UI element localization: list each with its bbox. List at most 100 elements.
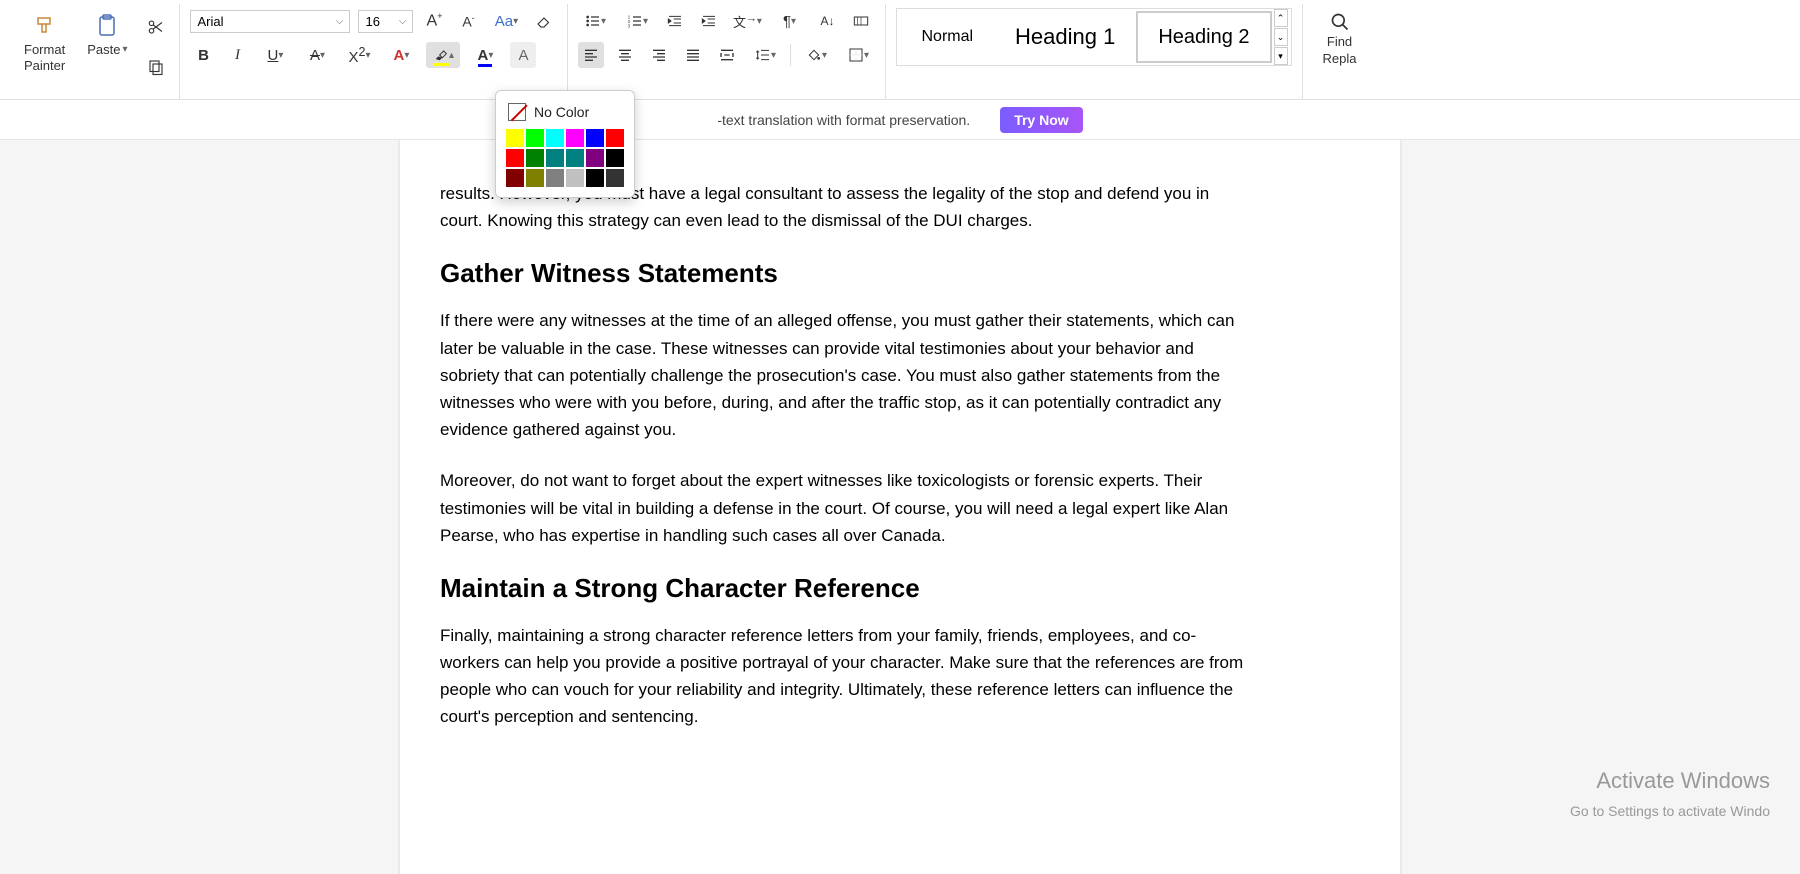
underline-button[interactable]: U▾ [258, 42, 292, 68]
shading-button[interactable]: ▾ [799, 42, 833, 68]
pilcrow-icon: ¶ [783, 13, 791, 30]
superscript-button[interactable]: X2▾ [342, 42, 376, 68]
change-case-button[interactable]: Aa▾ [489, 8, 523, 34]
chevron-down-icon: ⌵ [336, 16, 344, 27]
indent-icon [701, 13, 717, 29]
paragraph[interactable]: If there were any witnesses at the time … [440, 307, 1250, 443]
heading[interactable]: Gather Witness Statements [440, 258, 1360, 289]
color-swatch[interactable] [586, 129, 604, 147]
color-swatch[interactable] [506, 169, 524, 187]
highlight-color-popup: No Color [495, 90, 635, 198]
find-label: Find [1327, 34, 1352, 49]
align-center-button[interactable] [612, 42, 638, 68]
cut-button[interactable] [143, 14, 169, 40]
color-swatch[interactable] [566, 169, 584, 187]
color-swatch[interactable] [606, 169, 624, 187]
grow-font-icon: A+ [427, 11, 443, 30]
distribute-icon [719, 47, 735, 63]
svg-text:3: 3 [628, 24, 631, 29]
sort-icon: A↓ [820, 14, 834, 28]
font-size-select[interactable]: 16 ⌵ [358, 10, 413, 33]
copy-icon [147, 58, 165, 76]
activate-watermark: Activate Windows [1596, 768, 1770, 794]
style-scroll-down[interactable]: ⌄ [1274, 28, 1288, 46]
sort-button[interactable]: A↓ [814, 8, 840, 34]
color-swatch[interactable] [566, 149, 584, 167]
highlight-button[interactable]: ▴ [426, 42, 460, 68]
text-effects-button[interactable]: A▾ [384, 42, 418, 68]
strikethrough-button[interactable]: A▾ [300, 42, 334, 68]
color-swatch[interactable] [606, 129, 624, 147]
color-swatch[interactable] [526, 129, 544, 147]
style-gallery: Normal Heading 1 Heading 2 ⌃ ⌄ ▾ [896, 8, 1291, 66]
paste-button[interactable]: Paste ▾ [81, 8, 133, 57]
tabs-button[interactable] [848, 8, 874, 34]
style-scroll-up[interactable]: ⌃ [1274, 9, 1288, 27]
activate-watermark-sub: Go to Settings to activate Windo [1570, 803, 1770, 819]
grow-font-button[interactable]: A+ [421, 8, 447, 34]
color-swatch[interactable] [506, 129, 524, 147]
try-now-button[interactable]: Try Now [1000, 107, 1082, 133]
color-swatch[interactable] [546, 169, 564, 187]
chevron-down-icon: ▾ [513, 16, 518, 27]
justify-icon [685, 47, 701, 63]
bullet-list-icon [585, 13, 601, 29]
color-swatch[interactable] [506, 149, 524, 167]
char-shading-button[interactable]: A [510, 42, 536, 68]
style-heading2[interactable]: Heading 2 [1136, 11, 1271, 63]
color-swatch[interactable] [526, 149, 544, 167]
distribute-button[interactable] [714, 42, 740, 68]
numbering-button[interactable]: 123 ▾ [620, 8, 654, 34]
align-right-button[interactable] [646, 42, 672, 68]
italic-icon: I [235, 47, 240, 64]
font-family-select[interactable]: Arial ⌵ [190, 10, 350, 33]
chevron-down-icon: ▾ [278, 50, 283, 61]
decrease-indent-button[interactable] [662, 8, 688, 34]
clear-format-button[interactable] [531, 8, 557, 34]
color-swatch[interactable] [606, 149, 624, 167]
color-swatch[interactable] [586, 149, 604, 167]
paragraph[interactable]: Finally, maintaining a strong character … [440, 622, 1250, 731]
align-left-button[interactable] [578, 42, 604, 68]
bullets-button[interactable]: ▾ [578, 8, 612, 34]
font-color-icon: A [478, 47, 489, 64]
format-painter-button[interactable]: Format Painter [18, 8, 71, 77]
show-marks-button[interactable]: ¶▾ [772, 8, 806, 34]
text-effects-icon: A [394, 47, 405, 64]
paragraph[interactable]: Moreover, do not want to forget about th… [440, 467, 1250, 549]
document-page[interactable]: results. However, you must have a legal … [400, 140, 1400, 874]
justify-button[interactable] [680, 42, 706, 68]
color-swatch[interactable] [546, 149, 564, 167]
bold-button[interactable]: B [190, 42, 216, 68]
increase-indent-button[interactable] [696, 8, 722, 34]
color-swatch[interactable] [586, 169, 604, 187]
font-color-button[interactable]: A ▾ [468, 42, 502, 68]
style-normal[interactable]: Normal [900, 11, 994, 63]
color-swatch[interactable] [546, 129, 564, 147]
chevron-down-icon: ▾ [122, 44, 127, 55]
shrink-font-icon: A- [462, 13, 474, 30]
replace-label: Repla [1323, 51, 1357, 66]
text-direction-button[interactable]: 文→▾ [730, 8, 764, 34]
line-spacing-button[interactable]: ▾ [748, 42, 782, 68]
document-canvas[interactable]: results. However, you must have a legal … [0, 140, 1800, 874]
copy-button[interactable] [143, 54, 169, 80]
promo-banner: -text translation with format preservati… [0, 100, 1800, 140]
color-swatch[interactable] [566, 129, 584, 147]
italic-button[interactable]: I [224, 42, 250, 68]
ribbon: Format Painter Paste ▾ [0, 0, 1800, 100]
shrink-font-button[interactable]: A- [455, 8, 481, 34]
align-right-icon [651, 47, 667, 63]
style-expand[interactable]: ▾ [1274, 47, 1288, 65]
find-button[interactable] [1330, 12, 1350, 32]
borders-button[interactable]: ▾ [841, 42, 875, 68]
heading[interactable]: Maintain a Strong Character Reference [440, 573, 1360, 604]
style-heading1[interactable]: Heading 1 [994, 11, 1136, 63]
chevron-down-icon: ▾ [757, 16, 762, 27]
color-swatch[interactable] [526, 169, 544, 187]
clipboard-group: Format Painter Paste ▾ [8, 4, 180, 99]
no-color-option[interactable]: No Color [506, 101, 624, 129]
font-size-value: 16 [365, 14, 379, 29]
chevron-down-icon: ▾ [488, 50, 493, 61]
chevron-down-icon: ▾ [601, 16, 606, 27]
